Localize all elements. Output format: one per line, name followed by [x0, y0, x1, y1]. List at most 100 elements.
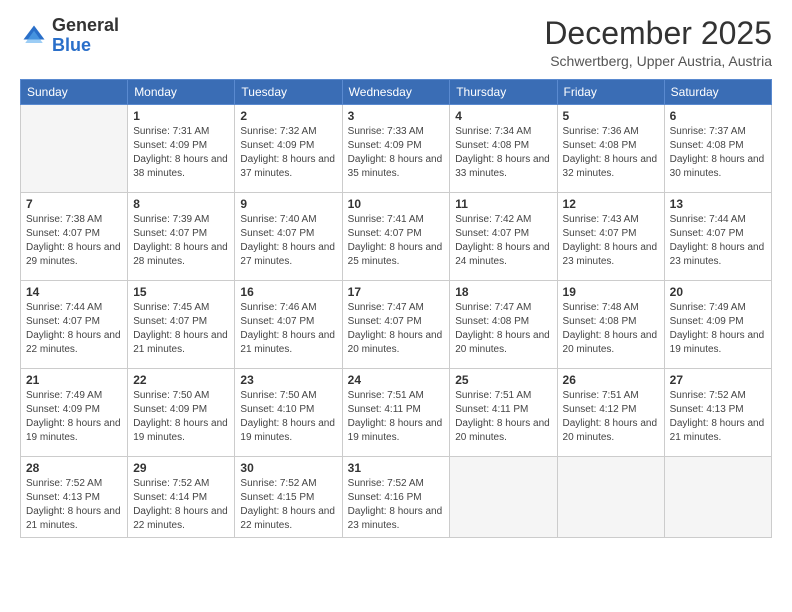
- week-row-3: 14Sunrise: 7:44 AMSunset: 4:07 PMDayligh…: [21, 281, 772, 369]
- day-cell: [664, 457, 771, 538]
- day-info: Sunrise: 7:31 AMSunset: 4:09 PMDaylight:…: [133, 125, 229, 181]
- day-number: 13: [670, 197, 766, 211]
- week-row-4: 21 Sunrise: 7:49 AMSunset: 4:09 PMDayligh…: [21, 369, 772, 457]
- day-info: Sunrise: 7:51 AMSunset: 4:12 PMDaylight:…: [563, 389, 659, 445]
- day-number: 26: [563, 373, 659, 387]
- day-info: Sunrise: 7:52 AMSunset: 4:13 PMDaylight:…: [670, 389, 766, 445]
- day-cell: 7 Sunrise: 7:38 AMSunset: 4:07 PMDaylight…: [21, 193, 128, 281]
- day-header-tuesday: Tuesday: [235, 80, 342, 105]
- day-number: 23: [240, 373, 336, 387]
- day-info: Sunrise: 7:49 AMSunset: 4:09 PMDaylight:…: [670, 301, 766, 357]
- day-cell: 24 Sunrise: 7:51 AMSunset: 4:11 PMDayligh…: [342, 369, 450, 457]
- day-number: 4: [455, 109, 551, 123]
- day-cell: [21, 105, 128, 193]
- day-number: 5: [563, 109, 659, 123]
- day-header-saturday: Saturday: [664, 80, 771, 105]
- day-cell: 29 Sunrise: 7:52 AMSunset: 4:14 PMDayligh…: [128, 457, 235, 538]
- day-info: Sunrise: 7:32 AMSunset: 4:09 PMDaylight:…: [240, 125, 336, 181]
- day-info: Sunrise: 7:39 AMSunset: 4:07 PMDaylight:…: [133, 213, 229, 269]
- day-cell: 3 Sunrise: 7:33 AMSunset: 4:09 PMDaylight…: [342, 105, 450, 193]
- page-container: General Blue December 2025 Schwertberg, …: [0, 0, 792, 548]
- day-cell: 2 Sunrise: 7:32 AMSunset: 4:09 PMDaylight…: [235, 105, 342, 193]
- day-number: 24: [348, 373, 445, 387]
- day-number: 7: [26, 197, 122, 211]
- logo-icon: [20, 22, 48, 50]
- day-cell: 19 Sunrise: 7:48 AMSunset: 4:08 PMDayligh…: [557, 281, 664, 369]
- day-cell: 8 Sunrise: 7:39 AMSunset: 4:07 PMDaylight…: [128, 193, 235, 281]
- day-info: Sunrise: 7:34 AMSunset: 4:08 PMDaylight:…: [455, 125, 551, 181]
- day-cell: 21 Sunrise: 7:49 AMSunset: 4:09 PMDayligh…: [21, 369, 128, 457]
- day-header-sunday: Sunday: [21, 80, 128, 105]
- day-info: Sunrise: 7:38 AMSunset: 4:07 PMDaylight:…: [26, 213, 122, 269]
- day-number: 6: [670, 109, 766, 123]
- day-info: Sunrise: 7:46 AMSunset: 4:07 PMDaylight:…: [240, 301, 336, 357]
- week-row-1: 1 Sunrise: 7:31 AMSunset: 4:09 PMDaylight…: [21, 105, 772, 193]
- day-info: Sunrise: 7:40 AMSunset: 4:07 PMDaylight:…: [240, 213, 336, 269]
- day-number: 21: [26, 373, 122, 387]
- day-cell: [557, 457, 664, 538]
- day-cell: 12Sunrise: 7:43 AMSunset: 4:07 PMDayligh…: [557, 193, 664, 281]
- day-number: 19: [563, 285, 659, 299]
- day-info: Sunrise: 7:50 AMSunset: 4:09 PMDaylight:…: [133, 389, 229, 445]
- day-number: 10: [348, 197, 445, 211]
- week-row-2: 7 Sunrise: 7:38 AMSunset: 4:07 PMDaylight…: [21, 193, 772, 281]
- day-cell: 20 Sunrise: 7:49 AMSunset: 4:09 PMDayligh…: [664, 281, 771, 369]
- logo-blue-text: Blue: [52, 35, 91, 55]
- day-number: 25: [455, 373, 551, 387]
- day-cell: 10Sunrise: 7:41 AMSunset: 4:07 PMDayligh…: [342, 193, 450, 281]
- day-cell: 28 Sunrise: 7:52 AMSunset: 4:13 PMDayligh…: [21, 457, 128, 538]
- day-number: 11: [455, 197, 551, 211]
- day-cell: 17Sunrise: 7:47 AMSunset: 4:07 PMDayligh…: [342, 281, 450, 369]
- day-number: 15: [133, 285, 229, 299]
- day-number: 9: [240, 197, 336, 211]
- day-number: 29: [133, 461, 229, 475]
- day-info: Sunrise: 7:44 AMSunset: 4:07 PMDaylight:…: [670, 213, 766, 269]
- day-cell: 23Sunrise: 7:50 AMSunset: 4:10 PMDayligh…: [235, 369, 342, 457]
- day-info: Sunrise: 7:43 AMSunset: 4:07 PMDaylight:…: [563, 213, 659, 269]
- calendar-table: SundayMondayTuesdayWednesdayThursdayFrid…: [20, 79, 772, 538]
- day-info: Sunrise: 7:44 AMSunset: 4:07 PMDaylight:…: [26, 301, 122, 357]
- day-info: Sunrise: 7:51 AMSunset: 4:11 PMDaylight:…: [348, 389, 445, 445]
- day-cell: 11 Sunrise: 7:42 AMSunset: 4:07 PMDayligh…: [450, 193, 557, 281]
- day-number: 20: [670, 285, 766, 299]
- day-info: Sunrise: 7:52 AMSunset: 4:15 PMDaylight:…: [240, 477, 336, 533]
- day-info: Sunrise: 7:33 AMSunset: 4:09 PMDaylight:…: [348, 125, 445, 181]
- day-number: 31: [348, 461, 445, 475]
- month-title: December 2025: [544, 16, 772, 51]
- week-row-5: 28 Sunrise: 7:52 AMSunset: 4:13 PMDayligh…: [21, 457, 772, 538]
- day-header-wednesday: Wednesday: [342, 80, 450, 105]
- day-header-friday: Friday: [557, 80, 664, 105]
- day-info: Sunrise: 7:49 AMSunset: 4:09 PMDaylight:…: [26, 389, 122, 445]
- day-info: Sunrise: 7:42 AMSunset: 4:07 PMDaylight:…: [455, 213, 551, 269]
- logo: General Blue: [20, 16, 119, 56]
- location-text: Schwertberg, Upper Austria, Austria: [544, 53, 772, 69]
- day-info: Sunrise: 7:37 AMSunset: 4:08 PMDaylight:…: [670, 125, 766, 181]
- day-cell: 31Sunrise: 7:52 AMSunset: 4:16 PMDayligh…: [342, 457, 450, 538]
- day-info: Sunrise: 7:52 AMSunset: 4:13 PMDaylight:…: [26, 477, 122, 533]
- day-cell: 13 Sunrise: 7:44 AMSunset: 4:07 PMDayligh…: [664, 193, 771, 281]
- day-cell: 5 Sunrise: 7:36 AMSunset: 4:08 PMDaylight…: [557, 105, 664, 193]
- day-number: 30: [240, 461, 336, 475]
- day-number: 1: [133, 109, 229, 123]
- day-info: Sunrise: 7:45 AMSunset: 4:07 PMDaylight:…: [133, 301, 229, 357]
- day-cell: 26 Sunrise: 7:51 AMSunset: 4:12 PMDayligh…: [557, 369, 664, 457]
- day-number: 8: [133, 197, 229, 211]
- day-info: Sunrise: 7:36 AMSunset: 4:08 PMDaylight:…: [563, 125, 659, 181]
- day-number: 28: [26, 461, 122, 475]
- day-info: Sunrise: 7:47 AMSunset: 4:07 PMDaylight:…: [348, 301, 445, 357]
- day-info: Sunrise: 7:48 AMSunset: 4:08 PMDaylight:…: [563, 301, 659, 357]
- day-info: Sunrise: 7:52 AMSunset: 4:14 PMDaylight:…: [133, 477, 229, 533]
- day-number: 27: [670, 373, 766, 387]
- calendar-header: SundayMondayTuesdayWednesdayThursdayFrid…: [21, 80, 772, 105]
- logo-general-text: General: [52, 15, 119, 35]
- day-cell: 25Sunrise: 7:51 AMSunset: 4:11 PMDayligh…: [450, 369, 557, 457]
- calendar-body: 1 Sunrise: 7:31 AMSunset: 4:09 PMDaylight…: [21, 105, 772, 538]
- day-number: 3: [348, 109, 445, 123]
- day-number: 2: [240, 109, 336, 123]
- day-cell: 18Sunrise: 7:47 AMSunset: 4:08 PMDayligh…: [450, 281, 557, 369]
- day-cell: 22Sunrise: 7:50 AMSunset: 4:09 PMDayligh…: [128, 369, 235, 457]
- day-cell: 14Sunrise: 7:44 AMSunset: 4:07 PMDayligh…: [21, 281, 128, 369]
- day-header-thursday: Thursday: [450, 80, 557, 105]
- day-header-monday: Monday: [128, 80, 235, 105]
- day-cell: 6 Sunrise: 7:37 AMSunset: 4:08 PMDaylight…: [664, 105, 771, 193]
